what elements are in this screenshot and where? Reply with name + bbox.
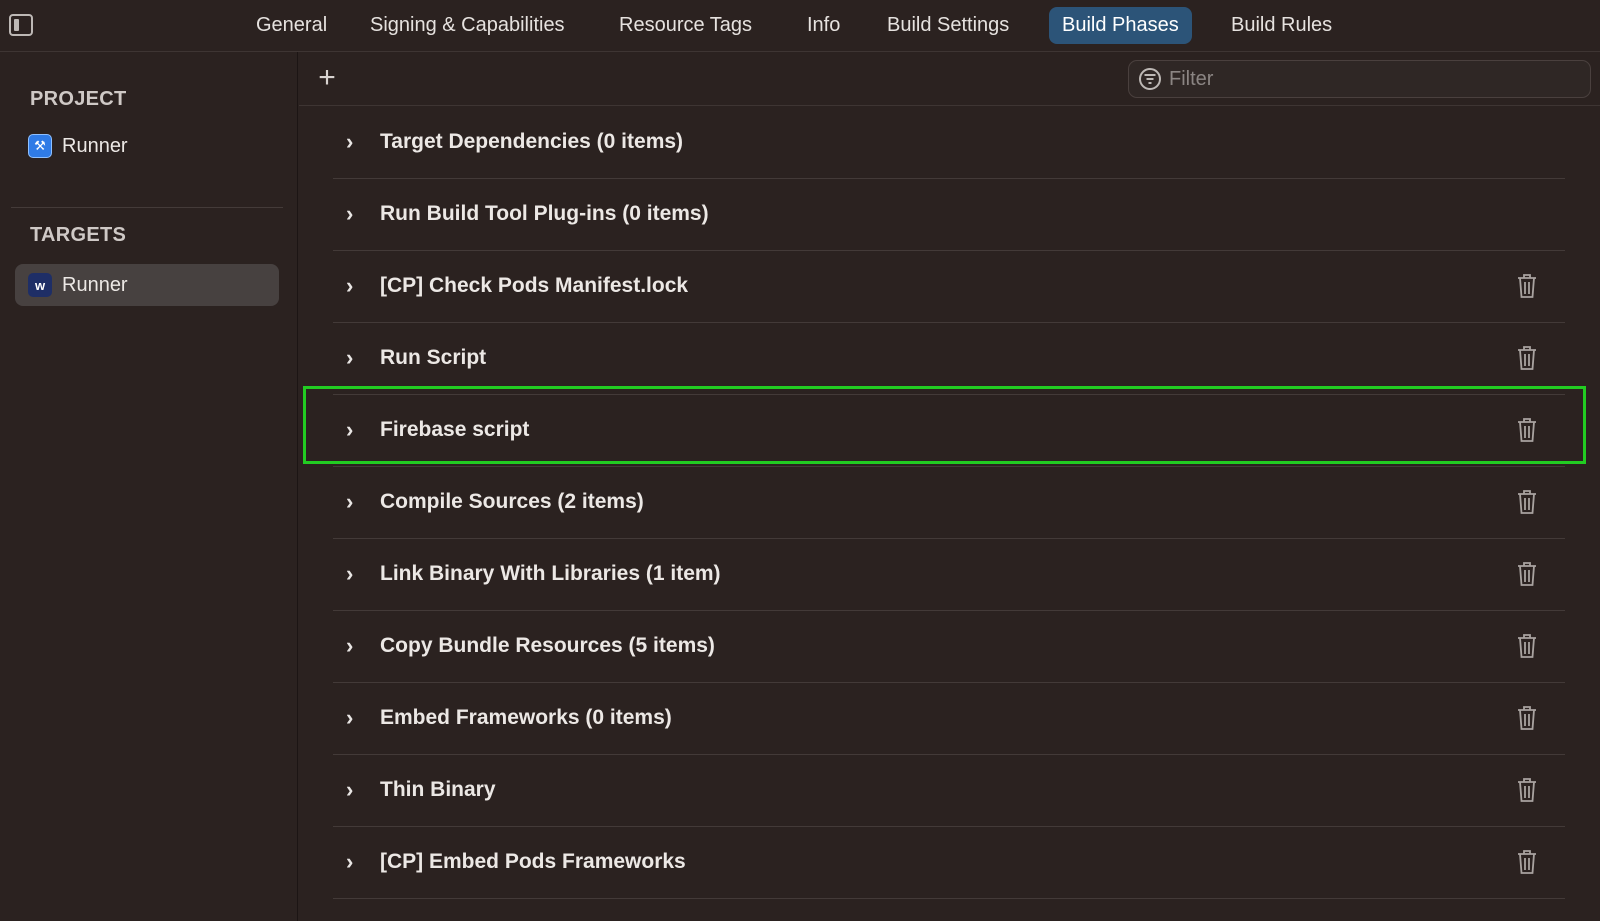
build-phase-label: Copy Bundle Resources (5 items): [380, 634, 715, 657]
chevron-right-icon[interactable]: ›: [346, 634, 360, 658]
build-phase-label: Link Binary With Libraries (1 item): [380, 562, 721, 585]
chevron-right-icon[interactable]: ›: [346, 130, 360, 154]
chevron-right-icon[interactable]: ›: [346, 346, 360, 370]
trash-icon[interactable]: [1516, 777, 1538, 803]
build-phase-label: Compile Sources (2 items): [380, 490, 644, 513]
build-phase-label: Run Build Tool Plug-ins (0 items): [380, 202, 709, 225]
tab-build-settings[interactable]: Build Settings: [874, 7, 1022, 44]
highlight-box: [303, 386, 1586, 464]
build-phase-label: Target Dependencies (0 items): [380, 130, 684, 153]
xcode-project-icon: ⚒: [28, 134, 52, 158]
trash-icon[interactable]: [1516, 633, 1538, 659]
tab-build-phases[interactable]: Build Phases: [1049, 7, 1192, 44]
trash-icon[interactable]: [1516, 345, 1538, 371]
trash-icon[interactable]: [1516, 561, 1538, 587]
sidebar-item-target-runner[interactable]: w Runner: [15, 264, 279, 306]
build-phase-row[interactable]: › Run Script: [333, 323, 1565, 395]
build-phase-row[interactable]: › Target Dependencies (0 items): [333, 107, 1565, 179]
filter-icon: [1139, 68, 1161, 90]
trash-icon[interactable]: [1516, 849, 1538, 875]
project-section-title: PROJECT: [30, 88, 127, 110]
tab-resource-tags[interactable]: Resource Tags: [606, 7, 765, 44]
flutter-app-icon: w: [28, 273, 52, 297]
chevron-right-icon[interactable]: ›: [346, 562, 360, 586]
build-phase-label: Embed Frameworks (0 items): [380, 706, 672, 729]
targets-section-title: TARGETS: [30, 224, 127, 246]
sidebar-toggle-icon[interactable]: [9, 14, 33, 36]
chevron-right-icon[interactable]: ›: [346, 274, 360, 298]
add-phase-button[interactable]: +: [312, 61, 342, 95]
chevron-right-icon[interactable]: ›: [346, 850, 360, 874]
tab-general[interactable]: General: [243, 7, 340, 44]
sidebar: PROJECT ⚒ Runner TARGETS w Runner: [0, 52, 298, 921]
trash-icon[interactable]: [1516, 273, 1538, 299]
tab-build-rules[interactable]: Build Rules: [1218, 7, 1345, 44]
sidebar-item-label: Runner: [62, 134, 128, 157]
filter-field[interactable]: [1128, 60, 1591, 98]
phases-toolbar: +: [299, 52, 1600, 106]
build-phase-row[interactable]: › Link Binary With Libraries (1 item): [333, 539, 1565, 611]
trash-icon[interactable]: [1516, 705, 1538, 731]
tab-info[interactable]: Info: [794, 7, 853, 44]
build-phase-label: [CP] Embed Pods Frameworks: [380, 850, 686, 873]
build-phase-label: [CP] Check Pods Manifest.lock: [380, 274, 689, 297]
filter-input[interactable]: [1169, 67, 1569, 91]
tab-bar: General Signing & Capabilities Resource …: [0, 0, 1600, 52]
build-phase-label: Thin Binary: [380, 778, 496, 801]
build-phase-row[interactable]: › Thin Binary: [333, 755, 1565, 827]
build-phase-row[interactable]: › [CP] Check Pods Manifest.lock: [333, 251, 1565, 323]
build-phase-label: Run Script: [380, 346, 487, 369]
build-phase-row[interactable]: › [CP] Embed Pods Frameworks: [333, 827, 1565, 899]
build-phase-row[interactable]: › Compile Sources (2 items): [333, 467, 1565, 539]
trash-icon[interactable]: [1516, 489, 1538, 515]
build-phase-row[interactable]: › Copy Bundle Resources (5 items): [333, 611, 1565, 683]
chevron-right-icon[interactable]: ›: [346, 490, 360, 514]
sidebar-item-project-runner[interactable]: ⚒ Runner: [15, 125, 279, 167]
chevron-right-icon[interactable]: ›: [346, 778, 360, 802]
build-phase-row[interactable]: › Embed Frameworks (0 items): [333, 683, 1565, 755]
chevron-right-icon[interactable]: ›: [346, 706, 360, 730]
chevron-right-icon[interactable]: ›: [346, 202, 360, 226]
build-phase-row[interactable]: › Run Build Tool Plug-ins (0 items): [333, 179, 1565, 251]
sidebar-divider: [11, 207, 283, 208]
sidebar-item-label: Runner: [62, 273, 128, 296]
tab-signing-capabilities[interactable]: Signing & Capabilities: [357, 7, 578, 44]
